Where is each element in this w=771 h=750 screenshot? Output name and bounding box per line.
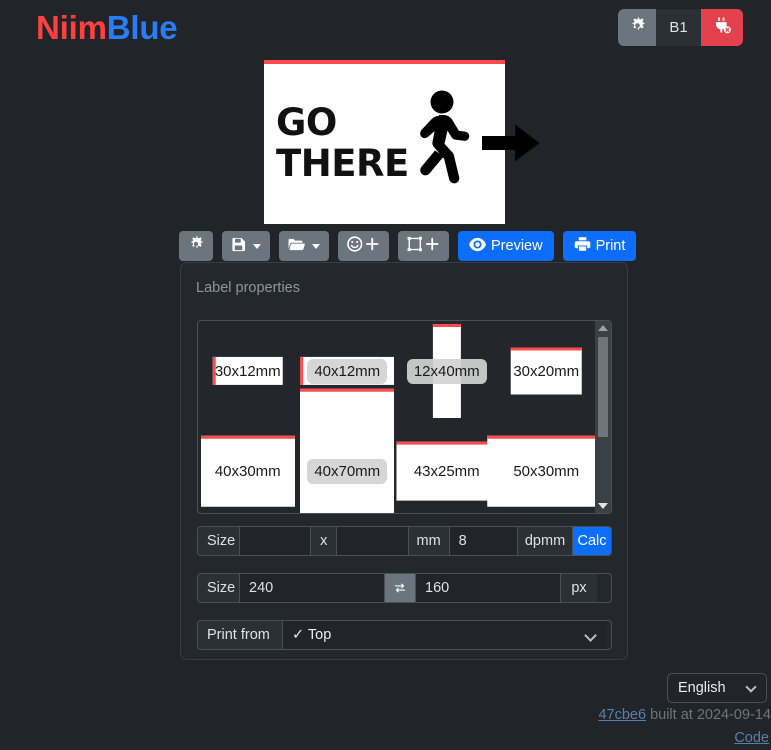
printer-disconnect-button[interactable] <box>701 9 743 46</box>
language-select[interactable]: English <box>667 673 767 703</box>
label-size-option[interactable]: 43x25mm <box>396 421 498 513</box>
label-size-option-label: 40x30mm <box>214 462 281 480</box>
code-link[interactable]: Code <box>734 730 769 746</box>
toolbar-add-object-button[interactable] <box>338 231 389 261</box>
label-size-grid: 30x12mm 40x12mm 12x40mm 30x20mm 40x30mm 40x70… <box>197 320 612 514</box>
printer-icon <box>574 236 591 256</box>
print-button-label: Print <box>595 238 626 254</box>
label-size-option-label: 30x12mm <box>214 362 281 380</box>
toolbar-open-button[interactable] <box>279 231 329 261</box>
printer-model-button[interactable]: B1 <box>656 9 701 46</box>
size-px-width-input[interactable]: 240 <box>240 574 385 602</box>
size-row-px: Size 240 160 px <box>197 573 612 603</box>
label-size-option[interactable]: 30x20mm <box>497 321 597 421</box>
preview-button[interactable]: Preview <box>458 231 554 261</box>
label-text-block: GO THERE <box>276 102 409 185</box>
size-mm-label: Size <box>198 527 240 555</box>
size-mm-separator: x <box>311 527 338 555</box>
app-header: NiimBlue B1 <box>0 0 771 56</box>
logo-text-blue: Blue <box>106 9 178 46</box>
label-size-option[interactable]: 40x30mm <box>198 421 298 513</box>
label-size-option[interactable]: 12x40mm <box>397 321 497 421</box>
floppy-save-icon <box>231 237 246 256</box>
toolbar-settings-button[interactable] <box>179 231 213 261</box>
print-from-selected-value: ✓ Top <box>292 627 332 643</box>
commit-link[interactable]: 47cbe6 <box>598 707 646 723</box>
size-px-height-input[interactable]: 160 <box>416 574 561 602</box>
size-mm-width-input[interactable] <box>240 527 312 555</box>
gear-icon <box>188 236 204 256</box>
dpmm-input[interactable]: 8 <box>449 527 518 555</box>
folder-open-icon <box>288 237 305 256</box>
dpmm-unit-label: dpmm <box>518 527 573 555</box>
label-canvas-preview[interactable]: GO THERE <box>264 60 540 224</box>
printer-settings-button[interactable] <box>618 9 656 46</box>
build-date-text: built at 2024-09-14 <box>646 707 771 723</box>
panel-title: Label properties <box>196 280 300 296</box>
label-text-line-1: GO <box>276 101 337 144</box>
smiley-plus-icon <box>347 236 380 256</box>
grid-scrollbar[interactable] <box>595 321 611 513</box>
app-logo: NiimBlue <box>36 9 178 47</box>
label-size-option-label: 50x30mm <box>513 462 580 480</box>
toolbar-save-button[interactable] <box>222 231 270 261</box>
label-size-option-label: 40x12mm <box>307 358 388 384</box>
logo-text-niim: Niim <box>36 9 107 46</box>
print-from-label: Print from <box>198 621 283 649</box>
scrollbar-thumb[interactable] <box>598 337 608 437</box>
scroll-up-icon[interactable] <box>598 325 608 331</box>
gear-icon <box>629 17 646 38</box>
print-button[interactable]: Print <box>562 231 637 261</box>
label-size-option[interactable]: 30x12mm <box>198 321 298 421</box>
build-info: 47cbe6 built at 2024-09-14 <box>598 707 771 723</box>
label-size-option-label: 40x70mm <box>307 458 388 484</box>
toolbar-add-shape-button[interactable] <box>398 231 449 261</box>
print-from-row: Print from ✓ Top <box>197 620 612 650</box>
size-row-mm: Size x mm 8 dpmm Calc <box>197 526 612 556</box>
label-properties-panel: Label properties 30x12mm 40x12mm 12x40mm 30… <box>180 262 628 660</box>
scroll-down-icon[interactable] <box>598 503 608 509</box>
chevron-down-icon <box>745 681 757 693</box>
label-size-option[interactable]: 40x70mm <box>298 388 398 513</box>
label-size-option-label: 30x20mm <box>513 362 580 380</box>
language-select-value: English <box>678 680 726 696</box>
size-px-label: Size <box>198 574 240 602</box>
size-mm-height-input[interactable] <box>337 527 409 555</box>
preview-button-label: Preview <box>491 238 543 254</box>
connection-button-group: B1 <box>618 9 743 46</box>
label-size-grid-inner: 30x12mm 40x12mm 12x40mm 30x20mm 40x30mm 40x70… <box>198 321 605 513</box>
editor-toolbar: Preview Print <box>179 231 637 261</box>
size-px-unit-label: px <box>561 574 597 602</box>
chevron-down-icon <box>584 629 597 642</box>
plug-disconnected-icon <box>713 16 732 39</box>
print-from-select[interactable]: ✓ Top <box>283 621 607 649</box>
eye-icon <box>469 237 486 256</box>
walking-person-icon <box>408 90 476 195</box>
size-mm-unit-label: mm <box>408 527 450 555</box>
label-size-option-label: 43x25mm <box>413 462 480 480</box>
label-size-shape <box>300 388 395 513</box>
calc-button[interactable]: Calc <box>573 527 611 555</box>
frame-plus-icon <box>407 236 440 256</box>
label-size-option[interactable]: 50x30mm <box>487 421 605 513</box>
label-text-line-2: THERE <box>276 142 409 186</box>
label-size-option-label: 12x40mm <box>406 358 487 384</box>
swap-arrows-icon[interactable] <box>385 574 416 602</box>
chevron-down-icon <box>312 243 320 249</box>
chevron-down-icon <box>253 243 261 249</box>
arrow-right-icon <box>482 122 540 169</box>
